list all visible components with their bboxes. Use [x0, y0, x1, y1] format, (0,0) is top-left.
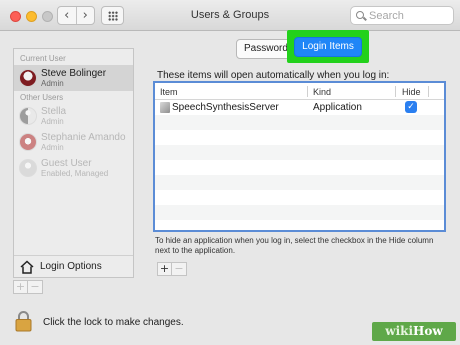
hide-checkbox[interactable]: ✓: [405, 101, 417, 113]
house-icon: [20, 260, 34, 274]
watermark-part2: How: [413, 324, 443, 338]
yin-yang-avatar: [19, 107, 37, 125]
login-options-item[interactable]: Login Options: [14, 255, 133, 277]
add-login-item-button[interactable]: +: [157, 262, 172, 276]
table-header: Item Kind Hide: [155, 83, 444, 100]
sidebar-buttons: + −: [13, 280, 43, 294]
column-divider: [395, 86, 396, 97]
search-field[interactable]: Search: [350, 6, 454, 25]
wine-glass-avatar: [19, 69, 37, 87]
user-role: Enabled, Managed: [41, 169, 109, 178]
table-row[interactable]: SpeechSynthesisServer Application ✓: [155, 100, 444, 115]
user-row-guest[interactable]: Guest User Enabled, Managed: [14, 155, 133, 181]
user-name: Stephanie Amando: [41, 132, 126, 143]
column-header-item[interactable]: Item: [160, 87, 178, 97]
add-user-button[interactable]: +: [13, 280, 28, 294]
column-divider: [428, 86, 429, 97]
table-body: SpeechSynthesisServer Application ✓: [155, 100, 444, 230]
column-header-kind[interactable]: Kind: [313, 87, 331, 97]
user-role: Admin: [41, 117, 64, 126]
user-name: Steve Bolinger: [41, 68, 107, 79]
red-avatar: [19, 133, 37, 151]
watermark: wikiHow: [372, 322, 456, 341]
login-options-label: Login Options: [40, 261, 102, 272]
title-bar: ‹ › Users & Groups Search: [0, 0, 460, 31]
user-name: Stella: [41, 106, 67, 117]
item-kind: Application: [313, 102, 362, 113]
tab-login-items[interactable]: Login Items: [294, 37, 362, 57]
user-role: Admin: [41, 79, 64, 88]
column-divider: [307, 86, 308, 97]
guest-avatar: [19, 159, 37, 177]
user-name: Guest User: [41, 158, 92, 169]
current-user-label: Current User: [20, 54, 66, 63]
remove-user-button[interactable]: −: [28, 280, 43, 294]
lock-icon[interactable]: [15, 310, 32, 332]
remove-login-item-button[interactable]: −: [172, 262, 187, 276]
watermark-part1: wiki: [385, 324, 414, 338]
application-icon: [160, 102, 170, 113]
user-row-stephanie[interactable]: Stephanie Amando Admin: [14, 129, 133, 155]
other-users-label: Other Users: [20, 93, 64, 102]
user-row-current[interactable]: Steve Bolinger Admin: [14, 65, 133, 91]
users-sidebar: Current User Steve Bolinger Admin Other …: [13, 48, 134, 278]
login-items-buttons: + −: [157, 262, 187, 276]
item-name: SpeechSynthesisServer: [172, 102, 279, 113]
lock-message: Click the lock to make changes.: [43, 317, 184, 328]
user-role: Admin: [41, 143, 64, 152]
search-icon: [356, 11, 364, 19]
column-header-hide[interactable]: Hide: [402, 87, 421, 97]
login-items-table: Item Kind Hide SpeechSynthesisServer App…: [153, 81, 446, 232]
login-items-description: These items will open automatically when…: [157, 70, 390, 81]
hide-hint-text: To hide an application when you log in, …: [155, 236, 434, 255]
user-row-stella[interactable]: Stella Admin: [14, 103, 133, 129]
search-placeholder: Search: [369, 10, 404, 22]
